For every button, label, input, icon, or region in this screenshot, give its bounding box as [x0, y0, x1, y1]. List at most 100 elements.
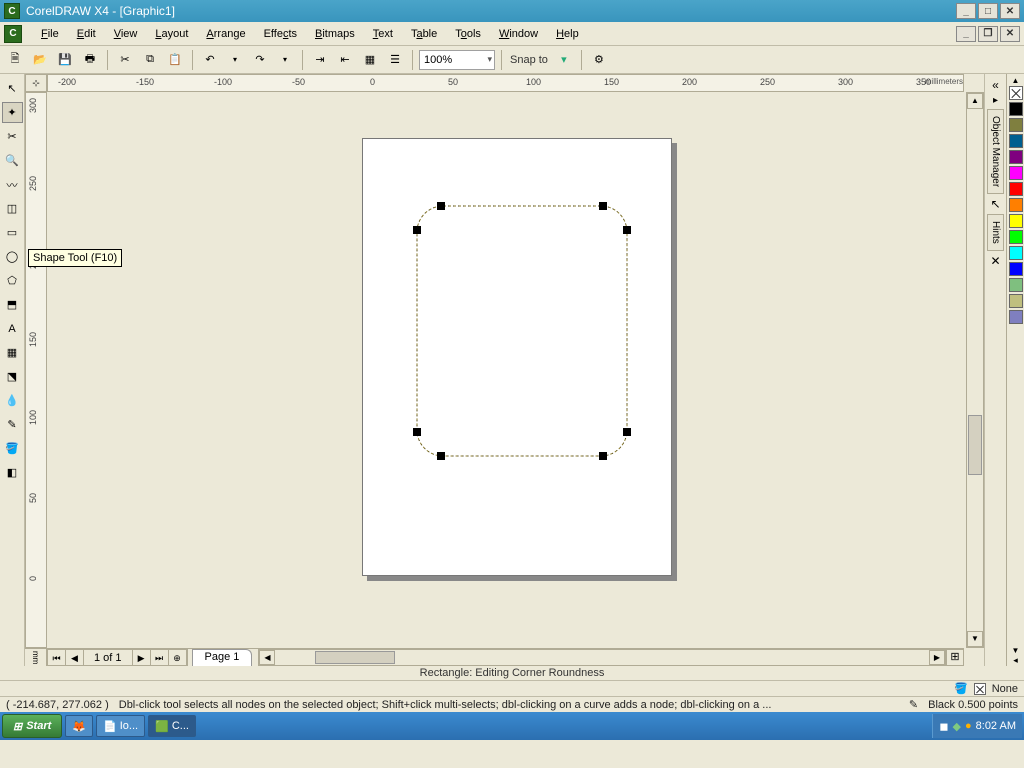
menu-file[interactable]: File: [32, 26, 68, 42]
scroll-up-button[interactable]: ▲: [967, 93, 983, 109]
node-left-bottom[interactable]: [413, 428, 421, 436]
node-top-left[interactable]: [437, 202, 445, 210]
menu-effects[interactable]: Effects: [255, 26, 306, 42]
redo-button[interactable]: ↷: [249, 49, 271, 71]
color-swatch[interactable]: [1009, 310, 1023, 324]
next-page-button[interactable]: ▶: [133, 650, 151, 666]
copy-button[interactable]: ⧉: [139, 49, 161, 71]
close-button[interactable]: ✕: [1000, 3, 1020, 19]
print-button[interactable]: 🖶: [79, 49, 101, 71]
menu-help[interactable]: Help: [547, 26, 588, 42]
add-page-button[interactable]: ⊕: [169, 650, 187, 666]
menu-tools[interactable]: Tools: [446, 26, 490, 42]
zoom-tool[interactable]: 🔍: [2, 150, 23, 171]
hscroll-thumb[interactable]: [315, 651, 395, 664]
welcome-button[interactable]: ☰: [384, 49, 406, 71]
menu-text[interactable]: Text: [364, 26, 402, 42]
selected-rectangle[interactable]: [413, 202, 631, 460]
menu-edit[interactable]: Edit: [68, 26, 105, 42]
shape-tool[interactable]: ✦: [2, 102, 23, 123]
node-top-right[interactable]: [599, 202, 607, 210]
export-button[interactable]: ⇤: [334, 49, 356, 71]
prev-page-button[interactable]: ◀: [66, 650, 84, 666]
page-tab-1[interactable]: Page 1: [192, 649, 253, 666]
minimize-button[interactable]: _: [956, 3, 976, 19]
last-page-button[interactable]: ⏭: [151, 650, 169, 666]
menu-window[interactable]: Window: [490, 26, 547, 42]
doc-restore-button[interactable]: ❐: [978, 26, 998, 42]
basic-shapes-tool[interactable]: ⬒: [2, 294, 23, 315]
tray-icon-2[interactable]: ◆: [953, 720, 961, 733]
node-right-bottom[interactable]: [623, 428, 631, 436]
node-bottom-left[interactable]: [437, 452, 445, 460]
vertical-ruler[interactable]: 300250200150100500: [25, 92, 47, 648]
color-swatch[interactable]: [1009, 198, 1023, 212]
outline-tool[interactable]: ✎: [2, 414, 23, 435]
app-launcher-button[interactable]: ▦: [359, 49, 381, 71]
dock-close-button[interactable]: ✕: [990, 254, 1000, 268]
table-tool[interactable]: ▦: [2, 342, 23, 363]
node-bottom-right[interactable]: [599, 452, 607, 460]
color-swatch[interactable]: [1009, 182, 1023, 196]
new-button[interactable]: 🗎: [4, 49, 26, 71]
palette-up-button[interactable]: ▲: [1012, 76, 1020, 85]
start-button[interactable]: ⊞Start: [2, 714, 62, 738]
smart-fill-tool[interactable]: ◫: [2, 198, 23, 219]
drawing-viewport[interactable]: [47, 92, 964, 648]
color-swatch[interactable]: [1009, 150, 1023, 164]
color-swatch[interactable]: [1009, 214, 1023, 228]
color-swatch[interactable]: [1009, 262, 1023, 276]
eyedropper-tool[interactable]: 💧: [2, 390, 23, 411]
menu-table[interactable]: Table: [402, 26, 446, 42]
drawing-page[interactable]: [362, 138, 672, 576]
undo-dropdown[interactable]: ▾: [224, 49, 246, 71]
taskbar-item-1[interactable]: 📄 Io...: [96, 715, 145, 737]
snap-dropdown[interactable]: ▾: [553, 49, 575, 71]
color-swatch[interactable]: [1009, 278, 1023, 292]
pick-tool[interactable]: ↖: [2, 78, 23, 99]
color-swatch[interactable]: [1009, 230, 1023, 244]
hints-tab[interactable]: Hints: [987, 214, 1004, 251]
taskbar-item-2[interactable]: 🟩 C...: [148, 715, 196, 737]
menu-layout[interactable]: Layout: [146, 26, 197, 42]
freehand-tool[interactable]: 〰: [2, 174, 23, 195]
doc-minimize-button[interactable]: _: [956, 26, 976, 42]
import-button[interactable]: ⇥: [309, 49, 331, 71]
node-left-top[interactable]: [413, 226, 421, 234]
menu-view[interactable]: View: [105, 26, 147, 42]
color-swatch[interactable]: [1009, 246, 1023, 260]
color-swatch[interactable]: [1009, 294, 1023, 308]
fill-none-swatch[interactable]: [974, 683, 986, 695]
palette-down-button[interactable]: ▼: [1012, 646, 1020, 655]
scroll-right-button[interactable]: ▶: [929, 650, 945, 665]
navigator-button[interactable]: ⊞: [946, 649, 964, 666]
tray-icon-3[interactable]: ●: [965, 720, 972, 732]
system-tray[interactable]: ◼ ◆ ● 8:02 AM: [932, 714, 1022, 738]
node-right-top[interactable]: [623, 226, 631, 234]
redo-dropdown[interactable]: ▾: [274, 49, 296, 71]
color-swatch[interactable]: [1009, 134, 1023, 148]
doc-close-button[interactable]: ✕: [1000, 26, 1020, 42]
taskbar-firefox[interactable]: 🦊: [65, 715, 93, 737]
vertical-scrollbar[interactable]: ▲ ▼: [966, 92, 984, 648]
color-swatch[interactable]: [1009, 166, 1023, 180]
text-tool[interactable]: A: [2, 318, 23, 339]
ruler-origin[interactable]: ⊹: [25, 74, 47, 92]
dock-flyout-button[interactable]: ▸: [993, 95, 998, 106]
crop-tool[interactable]: ✂: [2, 126, 23, 147]
interactive-tool[interactable]: ⬔: [2, 366, 23, 387]
maximize-button[interactable]: □: [978, 3, 998, 19]
open-button[interactable]: 📂: [29, 49, 51, 71]
scroll-left-button[interactable]: ◀: [259, 650, 275, 665]
menu-arrange[interactable]: Arrange: [197, 26, 254, 42]
rectangle-tool[interactable]: ▭: [2, 222, 23, 243]
save-button[interactable]: 💾: [54, 49, 76, 71]
color-swatch[interactable]: [1009, 118, 1023, 132]
tray-icon-1[interactable]: ◼: [939, 720, 948, 733]
zoom-combo[interactable]: 100%: [419, 50, 495, 70]
horizontal-ruler[interactable]: millimeters -200-150-100-500501001502002…: [47, 74, 964, 92]
no-color-swatch[interactable]: [1009, 86, 1023, 100]
vscroll-thumb[interactable]: [968, 415, 982, 475]
paste-button[interactable]: 📋: [164, 49, 186, 71]
scroll-down-button[interactable]: ▼: [967, 631, 983, 647]
